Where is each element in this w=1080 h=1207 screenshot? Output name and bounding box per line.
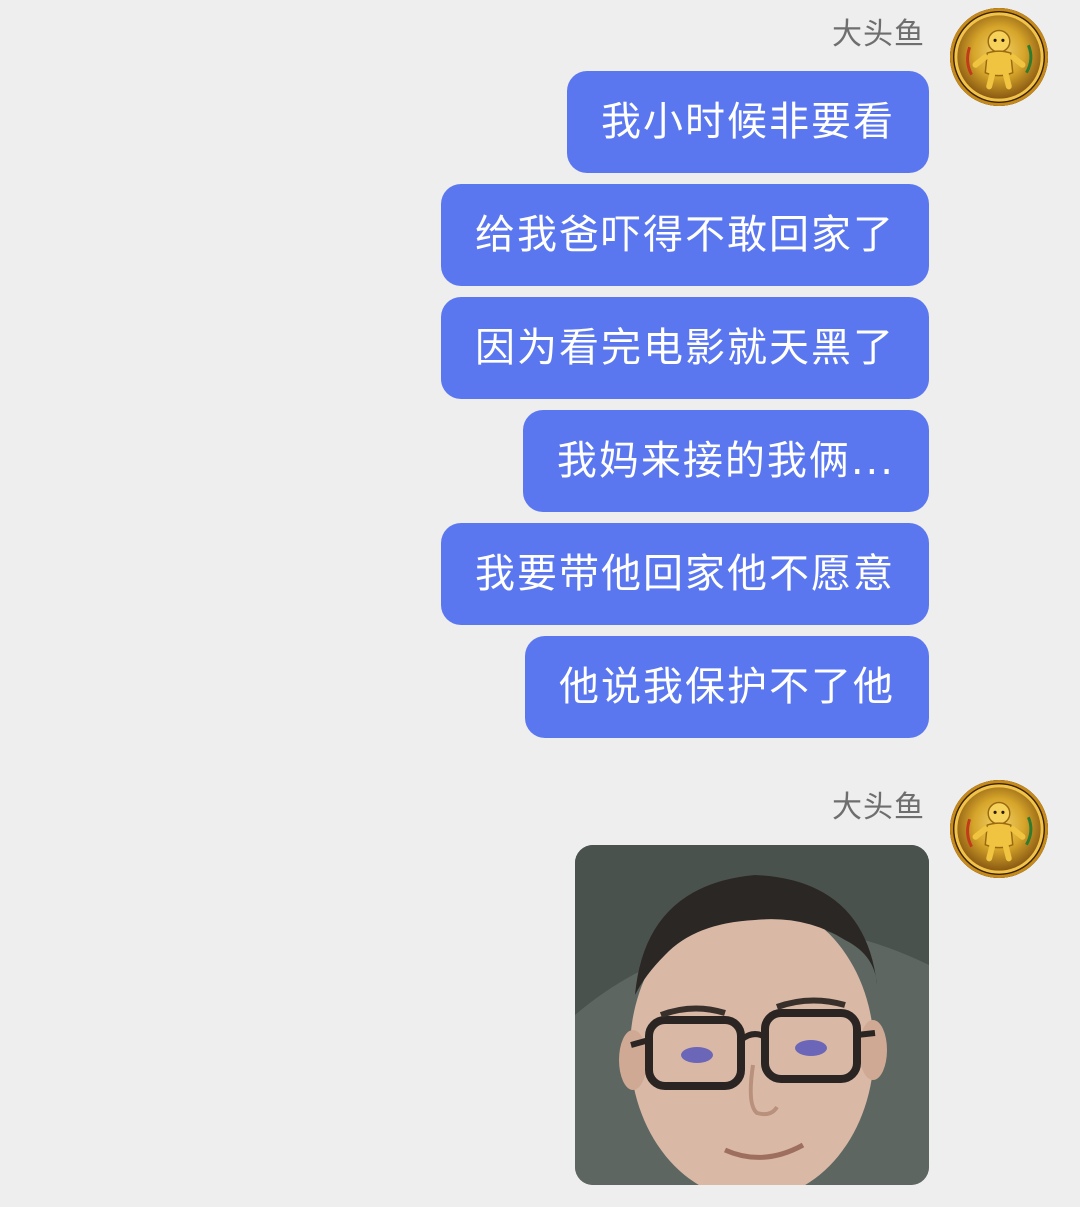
message-bubble[interactable]: 我妈来接的我俩...	[522, 410, 929, 512]
sender-name: 大头鱼	[832, 790, 925, 825]
sender-name: 大头鱼	[832, 17, 925, 52]
message-bubble[interactable]: 因为看完电影就天黑了	[441, 297, 929, 399]
message-bubble[interactable]: 我小时候非要看	[567, 71, 929, 173]
image-message[interactable]	[575, 845, 929, 1185]
message-bubble[interactable]: 给我爸吓得不敢回家了	[441, 184, 929, 286]
chat-view: 大头鱼 我小时候非要看 给我爸吓得不敢回家了 因为看完电影就天黑了 我妈来接的我…	[0, 0, 1080, 1207]
avatar-icon[interactable]	[950, 780, 1048, 878]
message-bubble[interactable]: 我要带他回家他不愿意	[441, 523, 929, 625]
avatar-icon[interactable]	[950, 8, 1048, 106]
face-photo-icon	[575, 845, 929, 1185]
message-bubble[interactable]: 他说我保护不了他	[525, 636, 929, 738]
